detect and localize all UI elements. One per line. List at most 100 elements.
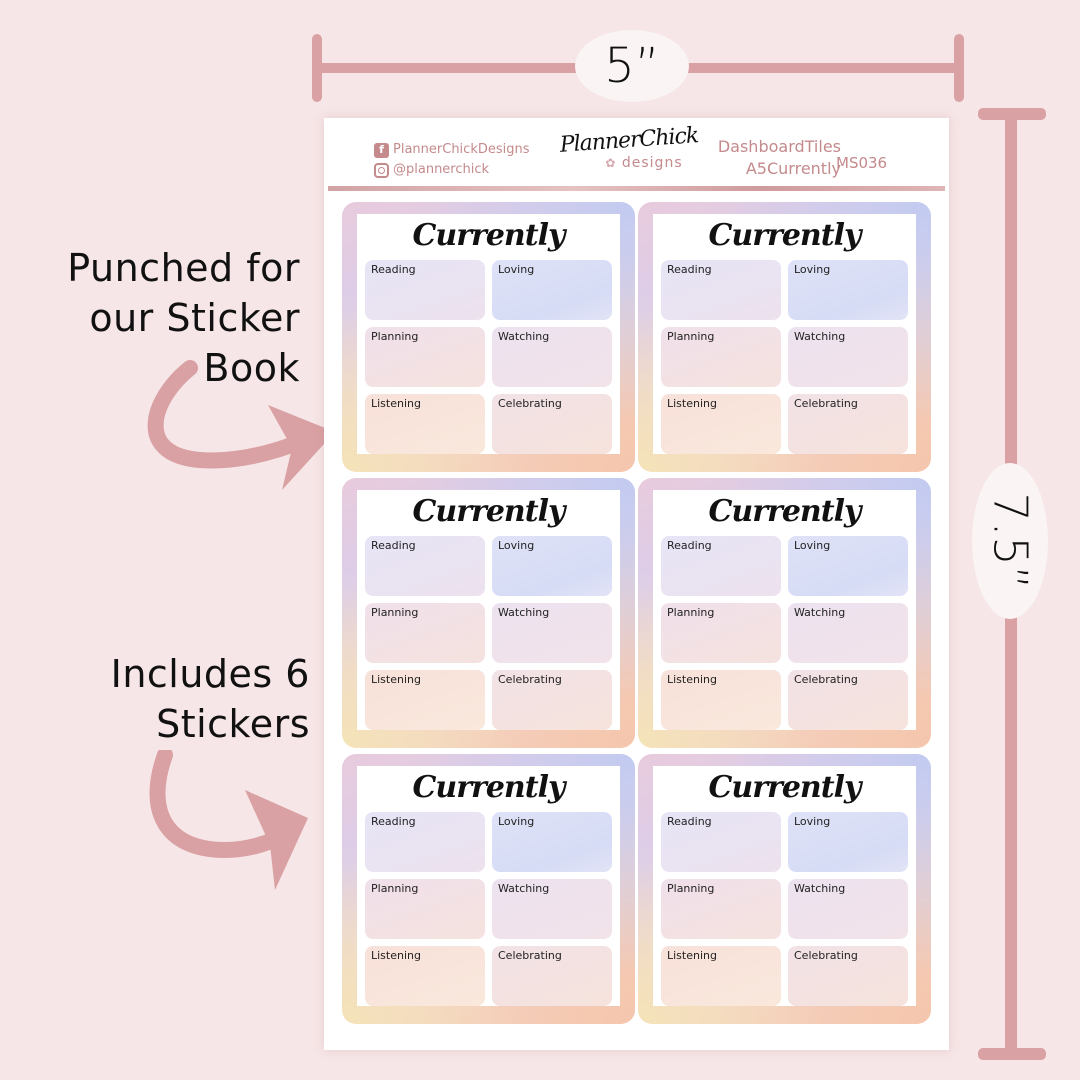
callout-punched-line-2: our Sticker [89,296,300,340]
callout-includes-line-2: Stickers [156,702,310,746]
tile-title: Currently [412,770,566,805]
field-label: Listening [667,949,717,962]
field-label: Reading [667,539,712,552]
sticker-sheet: f PlannerChickDesigns @plannerchick Plan… [324,118,949,1050]
instagram-icon [374,162,389,178]
instagram-handle: @plannerchick [393,162,490,177]
field-box-loving: Loving [492,812,612,872]
field-label: Celebrating [498,949,562,962]
field-box-loving: Loving [492,260,612,320]
field-label: Loving [794,263,831,276]
field-box-reading: Reading [661,812,781,872]
field-label: Planning [371,882,419,895]
sticker-tile-4: Currently Reading Loving Planning Watchi… [638,478,931,748]
product-name: DashboardTiles A5Currently [699,136,841,180]
product-code: MS036 [836,154,888,172]
field-box-loving: Loving [788,812,908,872]
field-box-listening: Listening [365,670,485,730]
field-box-watching: Watching [492,879,612,939]
field-label: Loving [498,815,535,828]
sticker-tile-3: Currently Reading Loving Planning Watchi… [342,478,635,748]
tile-inner: Currently Reading Loving Planning Watchi… [357,214,620,454]
width-label: 5” [604,38,660,94]
height-label: 7.5” [983,492,1037,590]
field-label: Reading [371,263,416,276]
tile-title: Currently [412,494,566,529]
tile-title: Currently [708,770,862,805]
tile-inner: Currently Reading Loving Planning Watchi… [653,490,916,730]
flower-icon: ✿ [605,156,617,170]
field-label: Listening [667,397,717,410]
sticker-tile-2: Currently Reading Loving Planning Watchi… [638,202,931,472]
field-box-celebrating: Celebrating [788,946,908,1006]
facebook-icon: f [374,142,389,158]
sheet-header: f PlannerChickDesigns @plannerchick Plan… [324,118,949,191]
field-label: Reading [371,815,416,828]
field-box-reading: Reading [365,536,485,596]
field-box-planning: Planning [365,603,485,663]
field-label: Reading [667,815,712,828]
field-box-celebrating: Celebrating [492,394,612,454]
field-label: Reading [371,539,416,552]
field-label: Celebrating [794,673,858,686]
field-label: Listening [371,673,421,686]
social-handles: f PlannerChickDesigns @plannerchick [374,140,530,180]
instagram-row: @plannerchick [374,160,530,180]
sticker-tile-5: Currently Reading Loving Planning Watchi… [342,754,635,1024]
height-label-oval: 7.5” [972,463,1048,619]
tile-title: Currently [708,494,862,529]
field-label: Watching [498,330,550,343]
field-box-loving: Loving [788,260,908,320]
field-box-watching: Watching [492,327,612,387]
field-label: Watching [794,882,846,895]
field-label: Loving [498,539,535,552]
field-label: Loving [794,539,831,552]
field-box-listening: Listening [365,946,485,1006]
field-label: Reading [667,263,712,276]
tile-inner: Currently Reading Loving Planning Watchi… [653,766,916,1006]
product-line-1: DashboardTiles [717,137,841,156]
header-divider [328,186,945,191]
field-label: Listening [371,949,421,962]
field-box-loving: Loving [492,536,612,596]
field-label: Celebrating [498,397,562,410]
field-box-listening: Listening [661,670,781,730]
product-line-2: A5Currently [745,159,841,178]
height-rule-bottom-cap [978,1048,1046,1060]
brand-logo: PlannerChick ✿ designs [559,123,699,186]
field-box-watching: Watching [788,327,908,387]
callout-includes: Includes 6 Stickers [10,649,310,749]
width-rule-right-cap [954,34,964,102]
field-label: Watching [498,882,550,895]
field-label: Loving [794,815,831,828]
field-label: Celebrating [498,673,562,686]
field-box-listening: Listening [365,394,485,454]
field-box-celebrating: Celebrating [492,946,612,1006]
width-label-oval: 5” [575,30,689,102]
field-box-planning: Planning [365,879,485,939]
field-box-watching: Watching [788,603,908,663]
field-label: Planning [667,606,715,619]
field-label: Watching [498,606,550,619]
tile-inner: Currently Reading Loving Planning Watchi… [357,766,620,1006]
field-label: Watching [794,606,846,619]
callout-includes-line-1: Includes 6 [110,652,310,696]
sticker-tile-1: Currently Reading Loving Planning Watchi… [342,202,635,472]
field-box-reading: Reading [365,260,485,320]
curved-arrow-icon [147,360,335,490]
facebook-row: f PlannerChickDesigns [374,140,530,160]
field-label: Planning [371,330,419,343]
field-box-listening: Listening [661,394,781,454]
facebook-handle: PlannerChickDesigns [393,142,530,157]
logo-sub: designs [621,155,683,171]
field-box-listening: Listening [661,946,781,1006]
tile-title: Currently [412,218,566,253]
field-box-watching: Watching [492,603,612,663]
field-label: Celebrating [794,949,858,962]
tile-inner: Currently Reading Loving Planning Watchi… [653,214,916,454]
field-label: Listening [667,673,717,686]
field-box-celebrating: Celebrating [788,394,908,454]
field-label: Planning [667,882,715,895]
callout-punched-line-1: Punched for [67,246,300,290]
logo-sub-wrap: ✿ designs [559,155,699,171]
